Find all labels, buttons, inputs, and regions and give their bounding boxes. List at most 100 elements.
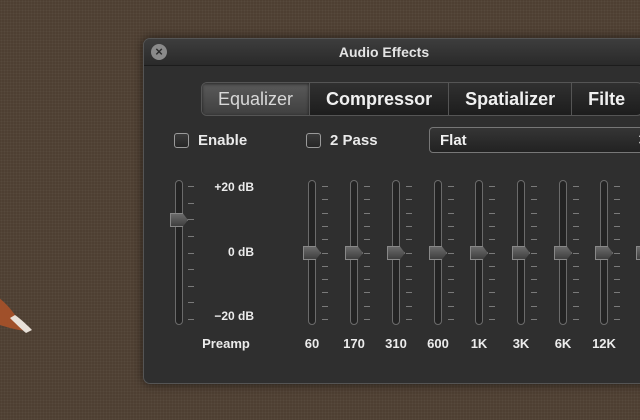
tick-mark: [406, 226, 412, 227]
preamp-label: Preamp: [202, 336, 250, 351]
tick-mark: [406, 279, 412, 280]
tick-mark: [573, 253, 579, 254]
preset-select[interactable]: Flat ▲▼: [429, 127, 640, 153]
tick-mark: [364, 186, 370, 187]
tick-mark: [364, 279, 370, 280]
tick-mark: [489, 199, 495, 200]
tick-mark: [188, 302, 194, 303]
audio-effects-window: × Audio Effects Equalizer Compressor Spa…: [143, 38, 640, 384]
band-knob-170[interactable]: [345, 246, 363, 260]
band-label-170: 170: [343, 336, 365, 351]
tab-compressor[interactable]: Compressor: [310, 83, 450, 115]
tick-mark: [188, 219, 194, 220]
band-knob-1k[interactable]: [470, 246, 488, 260]
tick-mark: [448, 199, 454, 200]
band-knob-12k[interactable]: [595, 246, 613, 260]
tick-mark: [188, 236, 194, 237]
band-slider-1k[interactable]: [470, 180, 488, 325]
tick-mark: [406, 292, 412, 293]
tick-mark: [364, 319, 370, 320]
tick-mark: [322, 306, 328, 307]
tick-mark: [573, 199, 579, 200]
tick-mark: [489, 213, 495, 214]
tick-mark: [406, 186, 412, 187]
band-slider-3k[interactable]: [512, 180, 530, 325]
band-ticks: [406, 180, 414, 325]
band-ticks: [364, 180, 372, 325]
tick-mark: [573, 292, 579, 293]
band-knob-3k[interactable]: [512, 246, 530, 260]
tick-mark: [448, 319, 454, 320]
tick-mark: [364, 239, 370, 240]
tick-mark: [364, 292, 370, 293]
tab-equalizer[interactable]: Equalizer: [202, 83, 311, 115]
title-bar[interactable]: × Audio Effects: [144, 39, 640, 66]
tick-mark: [322, 292, 328, 293]
band-label-600: 600: [427, 336, 449, 351]
band-knob-partial[interactable]: [636, 246, 640, 260]
two-pass-checkbox[interactable]: 2 Pass: [306, 132, 378, 149]
tick-mark: [531, 306, 537, 307]
band-knob-60[interactable]: [303, 246, 321, 260]
tick-mark: [614, 292, 620, 293]
tick-mark: [614, 266, 620, 267]
tick-mark: [322, 213, 328, 214]
band-knob-600[interactable]: [429, 246, 447, 260]
band-slider-600[interactable]: [429, 180, 447, 325]
preset-value: Flat: [440, 132, 467, 149]
tab-bar: Equalizer Compressor Spatializer Filte: [201, 82, 640, 116]
tick-mark: [322, 266, 328, 267]
tick-mark: [364, 199, 370, 200]
two-pass-checkbox-box[interactable]: [306, 133, 321, 148]
enable-checkbox[interactable]: Enable: [174, 132, 247, 149]
tick-mark: [489, 306, 495, 307]
tick-mark: [322, 186, 328, 187]
tick-mark: [364, 213, 370, 214]
preamp-slider-knob[interactable]: [170, 213, 188, 227]
band-slider-310[interactable]: [387, 180, 405, 325]
tick-mark: [614, 306, 620, 307]
band-slider-12k[interactable]: [595, 180, 613, 325]
tick-mark: [489, 186, 495, 187]
band-slider-60[interactable]: [303, 180, 321, 325]
tick-mark: [489, 292, 495, 293]
band-ticks: [489, 180, 497, 325]
band-ticks: [614, 180, 622, 325]
band-slider-170[interactable]: [345, 180, 363, 325]
tick-mark: [364, 226, 370, 227]
band-knob-6k[interactable]: [554, 246, 572, 260]
db-max-label: +20 dB: [214, 180, 254, 194]
two-pass-label: 2 Pass: [330, 132, 378, 149]
tick-mark: [573, 319, 579, 320]
tick-mark: [531, 239, 537, 240]
tick-mark: [489, 253, 495, 254]
band-knob-310[interactable]: [387, 246, 405, 260]
background-fox-decoration: [0, 298, 32, 333]
tick-mark: [531, 253, 537, 254]
band-label-6k: 6K: [554, 336, 572, 351]
tick-mark: [448, 306, 454, 307]
band-label-3k: 3K: [512, 336, 530, 351]
tick-mark: [322, 279, 328, 280]
preamp-slider[interactable]: [170, 180, 188, 325]
band-slider-6k[interactable]: [554, 180, 572, 325]
band-ticks: [531, 180, 539, 325]
tab-filter[interactable]: Filte: [572, 83, 640, 115]
tick-mark: [531, 199, 537, 200]
tick-mark: [531, 226, 537, 227]
tick-mark: [406, 266, 412, 267]
tick-mark: [573, 306, 579, 307]
tick-mark: [573, 186, 579, 187]
db-min-label: −20 dB: [214, 309, 254, 323]
tab-spatializer[interactable]: Spatializer: [449, 83, 573, 115]
tick-mark: [364, 253, 370, 254]
tick-mark: [322, 319, 328, 320]
tick-mark: [322, 199, 328, 200]
tick-mark: [188, 269, 194, 270]
tick-mark: [614, 226, 620, 227]
tick-mark: [448, 186, 454, 187]
tick-mark: [531, 186, 537, 187]
tick-mark: [531, 279, 537, 280]
enable-checkbox-box[interactable]: [174, 133, 189, 148]
tick-mark: [614, 319, 620, 320]
